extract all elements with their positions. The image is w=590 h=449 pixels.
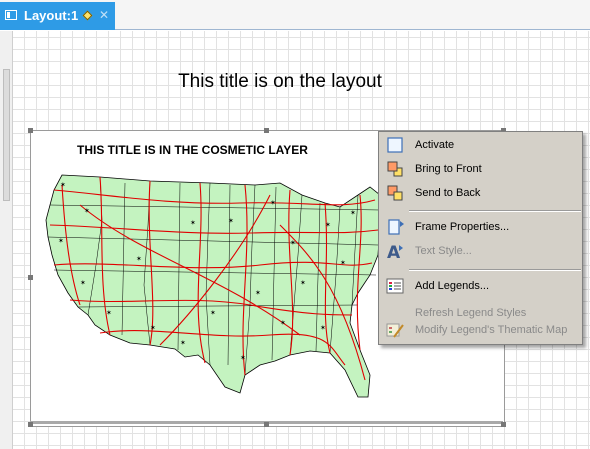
svg-text:✶: ✶ bbox=[106, 309, 112, 317]
svg-text:✶: ✶ bbox=[58, 237, 64, 245]
us-map[interactable]: ✶ ✶ ✶ ✶ ✶ ✶ ✶ ✶ ✶ ✶ ✶ ✶ ✶ ✶ ✶ ✶ ✶ ✶ ✶ ✶ ✶ bbox=[40, 165, 385, 400]
menu-separator bbox=[409, 269, 581, 271]
resize-handle-bc[interactable] bbox=[264, 422, 269, 427]
svg-text:✶: ✶ bbox=[350, 209, 356, 217]
resize-handle-tl[interactable] bbox=[28, 128, 33, 133]
svg-text:✶: ✶ bbox=[150, 324, 156, 332]
menu-item-frame-properties[interactable]: Frame Properties... bbox=[379, 216, 582, 238]
menu-item-label: Text Style... bbox=[415, 245, 472, 257]
svg-text:✶: ✶ bbox=[320, 324, 326, 332]
menu-item-send-to-back[interactable]: Send to Back bbox=[379, 182, 582, 204]
svg-text:✶: ✶ bbox=[255, 289, 261, 297]
cosmetic-layer-title[interactable]: THIS TITLE IS IN THE COSMETIC LAYER bbox=[77, 143, 308, 157]
context-menu: Activate Bring to Front Send to Back Fra… bbox=[378, 131, 583, 345]
svg-text:✶: ✶ bbox=[190, 219, 196, 227]
menu-item-add-legends[interactable]: Add Legends... bbox=[379, 275, 582, 297]
activate-icon bbox=[387, 137, 403, 153]
modify-legend-icon bbox=[386, 323, 404, 338]
document-tab-bar: Layout:1 ✕ bbox=[0, 0, 590, 30]
menu-item-label: Refresh Legend Styles bbox=[415, 307, 527, 319]
svg-text:A: A bbox=[387, 243, 401, 259]
menu-item-activate[interactable]: Activate bbox=[379, 134, 582, 156]
svg-text:✶: ✶ bbox=[325, 221, 331, 229]
menu-item-modify-legend-thematic-map[interactable]: Modify Legend's Thematic Map bbox=[379, 319, 582, 341]
menu-item-label: Activate bbox=[415, 139, 455, 151]
resize-handle-bl[interactable] bbox=[28, 422, 33, 427]
us-land-mass bbox=[45, 174, 381, 398]
menu-item-bring-to-front[interactable]: Bring to Front bbox=[379, 158, 582, 180]
bring-to-front-icon bbox=[387, 161, 403, 177]
svg-text:✶: ✶ bbox=[228, 217, 234, 225]
send-to-back-icon bbox=[387, 185, 403, 201]
svg-text:✶: ✶ bbox=[340, 259, 346, 267]
menu-item-label: Modify Legend's Thematic Map bbox=[415, 324, 568, 336]
resize-handle-br[interactable] bbox=[501, 422, 506, 427]
resize-handle-ml[interactable] bbox=[28, 275, 33, 280]
menu-separator bbox=[409, 210, 581, 212]
svg-text:✶: ✶ bbox=[240, 354, 246, 362]
close-icon[interactable]: ✕ bbox=[99, 8, 109, 22]
menu-item-label: Send to Back bbox=[415, 187, 481, 199]
left-gutter bbox=[0, 31, 13, 449]
menu-item-label: Bring to Front bbox=[415, 163, 482, 175]
tab-label: Layout:1 bbox=[24, 8, 79, 23]
frame-properties-icon bbox=[388, 219, 404, 235]
svg-text:✶: ✶ bbox=[300, 279, 306, 287]
pin-icon[interactable] bbox=[82, 10, 93, 21]
layout-title-text[interactable]: This title is on the layout bbox=[0, 71, 560, 93]
svg-text:✶: ✶ bbox=[270, 199, 276, 207]
menu-item-label: Frame Properties... bbox=[415, 221, 510, 233]
svg-text:✶: ✶ bbox=[180, 339, 186, 347]
add-legends-icon bbox=[386, 278, 404, 294]
svg-text:✶: ✶ bbox=[84, 207, 90, 215]
text-style-icon: A bbox=[387, 243, 403, 259]
tab-layout-1[interactable]: Layout:1 ✕ bbox=[0, 2, 115, 30]
svg-text:✶: ✶ bbox=[210, 309, 216, 317]
menu-item-text-style[interactable]: A Text Style... bbox=[379, 240, 582, 262]
svg-text:✶: ✶ bbox=[136, 255, 142, 263]
menu-item-label: Add Legends... bbox=[415, 280, 490, 292]
svg-text:✶: ✶ bbox=[60, 181, 66, 189]
svg-text:✶: ✶ bbox=[80, 279, 86, 287]
svg-text:✶: ✶ bbox=[280, 319, 286, 327]
layout-window-icon bbox=[5, 10, 17, 20]
resize-handle-tc[interactable] bbox=[264, 128, 269, 133]
svg-text:✶: ✶ bbox=[290, 239, 296, 247]
